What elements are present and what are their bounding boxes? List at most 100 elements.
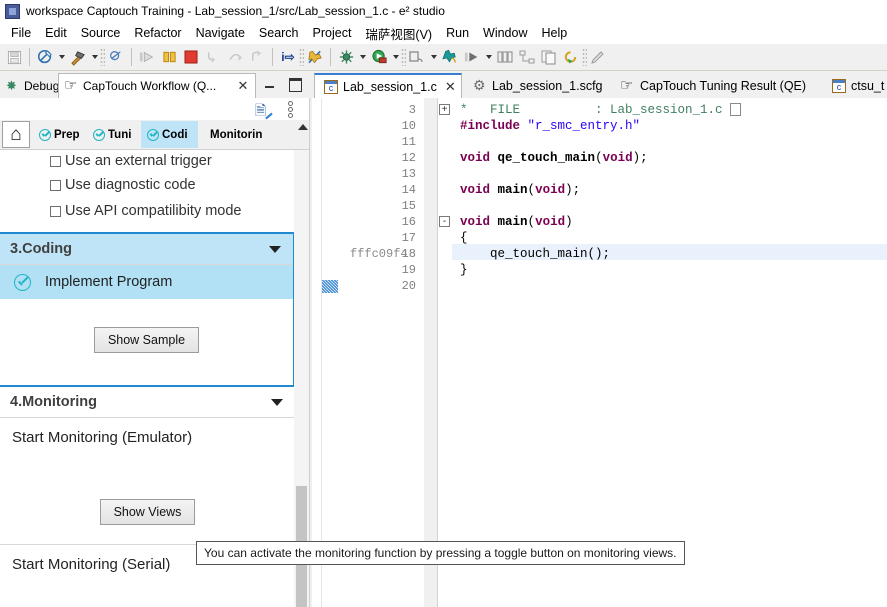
check-circle-icon — [14, 273, 31, 291]
breadcrumb-step-label: Tuni — [108, 128, 132, 141]
export-report-icon[interactable] — [255, 100, 272, 124]
show-views-button[interactable]: Show Views — [99, 499, 196, 525]
chevron-down-icon[interactable] — [269, 245, 281, 253]
menu-run[interactable]: Run — [439, 24, 476, 42]
perspective-tab-captouch-workflow[interactable]: CapTouch Workflow (Q... ✕ — [58, 73, 256, 98]
breadcrumb-step-preparation[interactable]: Prep — [33, 121, 87, 148]
menu-search[interactable]: Search — [252, 24, 306, 42]
section-coding-body: Show Sample — [0, 299, 293, 359]
line-number: 12 — [401, 151, 416, 165]
chevron-down-icon[interactable] — [271, 398, 283, 406]
menu-renesas-views[interactable]: 瑞萨视图(V) — [358, 22, 439, 45]
close-icon[interactable]: ✕ — [445, 79, 456, 95]
copy-view-icon[interactable] — [538, 46, 560, 68]
step-over-icon[interactable] — [224, 46, 246, 68]
menu-help[interactable]: Help — [535, 24, 575, 42]
menu-edit[interactable]: Edit — [38, 24, 74, 42]
breadcrumb-step-monitoring[interactable]: Monitorin — [200, 121, 288, 148]
suspend-icon[interactable] — [158, 46, 180, 68]
new-c-project-icon[interactable] — [34, 46, 56, 68]
build-dropdown-arrow[interactable] — [89, 46, 100, 68]
editor-tab-lab-session-1-scfg[interactable]: Lab_session_1.scfg — [464, 73, 612, 98]
clean-icon[interactable] — [105, 46, 127, 68]
workflow-scrollbar[interactable] — [294, 150, 309, 607]
run-dropdown-arrow[interactable] — [390, 46, 401, 68]
editor-marker-bar[interactable] — [312, 98, 322, 607]
maximize-view-icon[interactable] — [288, 77, 302, 92]
code-line-3: * FILE : Lab_session_1.c — [460, 103, 723, 117]
menu-refactor[interactable]: Refactor — [127, 24, 188, 42]
editor-text-area[interactable]: * FILE : Lab_session_1.c #include "r_smc… — [452, 98, 887, 607]
editor-tab-label: Lab_session_1.scfg — [492, 78, 603, 93]
scroll-up-arrow-icon[interactable] — [298, 124, 308, 130]
line-number: 15 — [401, 199, 416, 213]
debug-icon[interactable] — [335, 46, 357, 68]
menu-navigate[interactable]: Navigate — [189, 24, 252, 42]
open-perspective-icon[interactable] — [494, 46, 516, 68]
checkbox-use-diagnostic-code[interactable]: Use diagnostic code — [0, 172, 295, 198]
breadcrumb-step-tuning[interactable]: Tuni — [87, 121, 141, 148]
step-return-icon[interactable] — [246, 46, 268, 68]
terminate-icon[interactable] — [180, 46, 202, 68]
checkbox-use-external-trigger[interactable]: Use an external trigger — [0, 150, 295, 172]
monitoring-tooltip: You can activate the monitoring function… — [196, 541, 685, 565]
section-monitoring-header[interactable]: 4.Monitoring — [0, 387, 295, 418]
toolbar-separator — [272, 48, 273, 66]
new-project-dropdown-arrow[interactable] — [56, 46, 67, 68]
new-window-icon[interactable] — [406, 46, 428, 68]
editor-tab-bar: Lab_session_1.c ✕ Lab_session_1.scfg Cap… — [312, 71, 887, 98]
refresh-icon[interactable] — [560, 46, 582, 68]
view-tab-bar: Debug CapTouch Workflow (Q... ✕ — [0, 71, 310, 98]
collapsed-comment-box-icon[interactable] — [730, 103, 741, 116]
line-number: 10 — [401, 119, 416, 133]
connect-icon[interactable] — [516, 46, 538, 68]
close-icon[interactable]: ✕ — [237, 79, 249, 92]
run-icon[interactable] — [368, 46, 390, 68]
editor-tab-label: Lab_session_1.c — [343, 79, 437, 94]
line-number: 16 — [401, 215, 416, 229]
line-number: 17 — [401, 231, 416, 245]
perspective-tab-debug[interactable]: Debug — [0, 73, 65, 98]
debug-dropdown-arrow[interactable] — [357, 46, 368, 68]
build-hammer-icon[interactable] — [67, 46, 89, 68]
code-editor[interactable]: 3 10 11 12 13 14 15 16 17 18 fffc09f4 19… — [312, 98, 887, 607]
resume-icon[interactable] — [136, 46, 158, 68]
info-step-icon[interactable]: i⇨ — [277, 46, 299, 68]
home-icon[interactable] — [2, 121, 30, 148]
checkbox-box[interactable] — [50, 205, 61, 217]
editor-tab-ctsu[interactable]: ctsu_t — [823, 73, 887, 98]
hand-pointer-icon — [64, 76, 79, 94]
section-coding-header[interactable]: 3.Coding — [0, 234, 293, 265]
smart-manual-icon[interactable] — [439, 46, 461, 68]
editor-folding-bar[interactable]: + - — [438, 98, 452, 607]
menu-file[interactable]: File — [4, 24, 38, 42]
save-icon[interactable] — [3, 46, 25, 68]
show-sample-button[interactable]: Show Sample — [93, 327, 200, 353]
view-menu-icon[interactable] — [288, 101, 297, 118]
pencil-icon[interactable] — [587, 46, 609, 68]
code-line-18: qe_touch_main(); — [460, 247, 611, 261]
breadcrumb-step-coding[interactable]: Codi — [141, 121, 198, 148]
checkbox-box[interactable] — [50, 179, 61, 191]
menu-window[interactable]: Window — [476, 24, 534, 42]
new-window-dropdown-arrow[interactable] — [428, 46, 439, 68]
task-implement-program[interactable]: Implement Program — [0, 265, 293, 299]
editor-tab-lab-session-1-c[interactable]: Lab_session_1.c ✕ — [314, 73, 462, 98]
editor-tab-captouch-tuning-result[interactable]: CapTouch Tuning Result (QE) — [612, 73, 815, 98]
row-start-monitoring-emulator[interactable]: Start Monitoring (Emulator) — [0, 418, 295, 456]
breadcrumb-step-label: Prep — [54, 128, 80, 141]
checkbox-use-api-compatibility-mode[interactable]: Use API compatilibity mode — [0, 198, 295, 224]
skip-breakpoints-icon[interactable] — [304, 46, 326, 68]
fold-collapse-icon[interactable]: - — [439, 216, 450, 227]
step-into-icon[interactable] — [202, 46, 224, 68]
checkbox-box[interactable] — [50, 155, 61, 167]
run-last-dropdown-arrow[interactable] — [483, 46, 494, 68]
fold-expand-icon[interactable]: + — [439, 104, 450, 115]
minimize-view-icon[interactable] — [263, 77, 277, 91]
editor-tab-label: ctsu_t — [851, 78, 885, 93]
line-number: 14 — [401, 183, 416, 197]
menu-source[interactable]: Source — [74, 24, 128, 42]
run-last-tool-icon[interactable] — [461, 46, 483, 68]
menu-project[interactable]: Project — [306, 24, 359, 42]
editor-gutter-separator — [424, 98, 438, 607]
